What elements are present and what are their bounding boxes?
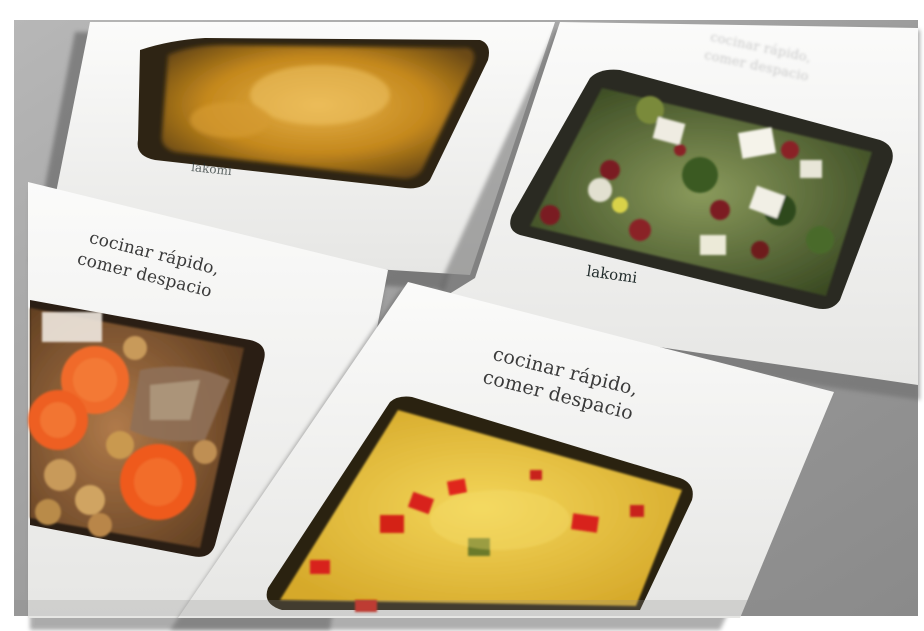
product-photo: lakomi lakomi cocinar rápido, comer desp… — [0, 0, 924, 631]
lakomi-packaging-photo — [0, 0, 924, 631]
